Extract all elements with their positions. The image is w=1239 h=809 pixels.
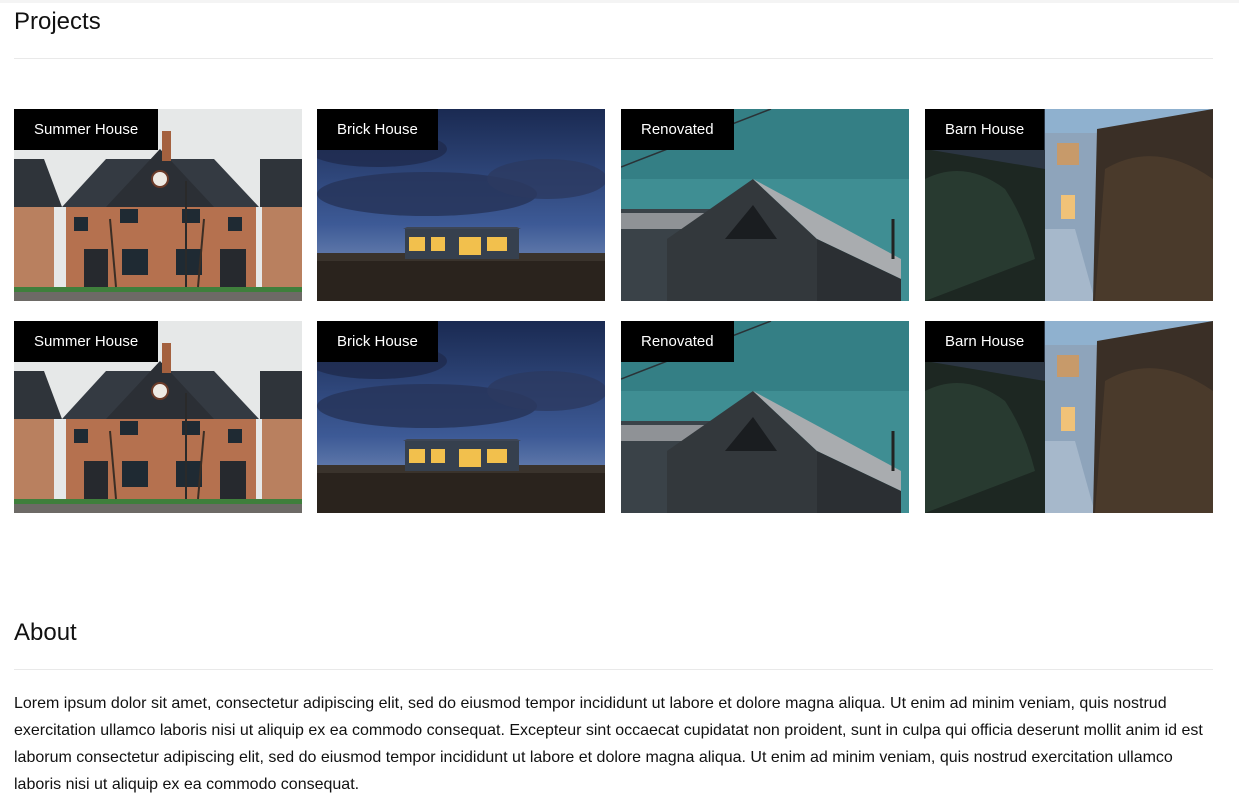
about-title: About [14, 619, 77, 646]
project-card-brick-house[interactable]: Brick House [317, 321, 605, 513]
project-label: Brick House [317, 321, 438, 362]
project-label: Summer House [14, 321, 159, 362]
project-label: Barn House [925, 109, 1045, 150]
project-card-renovated[interactable]: Renovated [621, 109, 909, 301]
projects-divider [14, 58, 1213, 59]
project-card-summer-house[interactable]: Summer House [14, 109, 302, 301]
project-label: Brick House [317, 109, 438, 150]
about-divider [14, 669, 1213, 670]
about-text: Lorem ipsum dolor sit amet, consectetur … [14, 695, 1203, 793]
project-label: Renovated [621, 321, 734, 362]
project-card-renovated[interactable]: Renovated [621, 321, 909, 513]
project-card-summer-house[interactable]: Summer House [14, 321, 302, 513]
projects-title: Projects [14, 8, 101, 35]
top-border [0, 0, 1239, 3]
project-card-barn-house[interactable]: Barn House [925, 321, 1213, 513]
project-card-brick-house[interactable]: Brick House [317, 109, 605, 301]
project-card-barn-house[interactable]: Barn House [925, 109, 1213, 301]
project-label: Summer House [14, 109, 159, 150]
project-label: Renovated [621, 109, 734, 150]
project-label: Barn House [925, 321, 1045, 362]
